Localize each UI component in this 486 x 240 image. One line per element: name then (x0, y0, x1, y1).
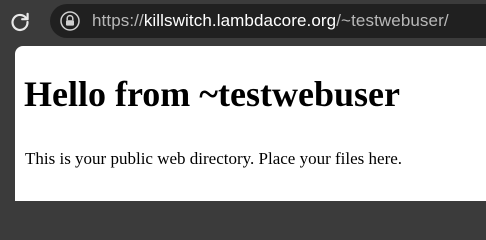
url-host: killswitch.lambdacore.org (143, 11, 337, 30)
url-path: /~testwebuser/ (336, 11, 449, 30)
address-bar[interactable]: https://killswitch.lambdacore.org/~testw… (50, 4, 486, 38)
browser-toolbar: https://killswitch.lambdacore.org/~testw… (0, 0, 486, 44)
page-body-text: This is your public web directory. Place… (25, 149, 403, 168)
page-viewport: Hello from ~testwebuser This is your pub… (15, 46, 486, 201)
page-heading: Hello from ~testwebuser (24, 74, 400, 114)
reload-icon[interactable] (8, 10, 32, 34)
url-scheme: https:// (92, 11, 144, 30)
url-text[interactable]: https://killswitch.lambdacore.org/~testw… (92, 4, 449, 38)
lock-icon[interactable] (60, 11, 80, 31)
